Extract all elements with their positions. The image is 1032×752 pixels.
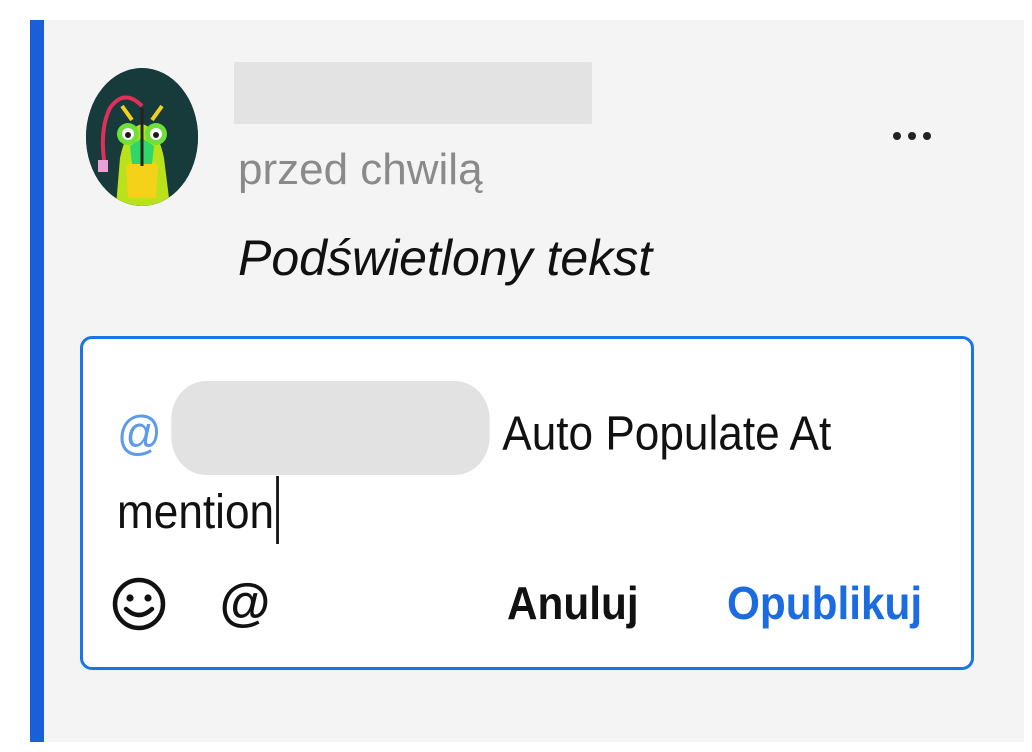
comment-timestamp: przed chwilą [238, 145, 483, 194]
reply-text-line[interactable]: @ Auto Populate At [117, 381, 832, 475]
dot [908, 132, 916, 140]
more-horizontal-icon [893, 132, 931, 140]
comment-accent-bar [30, 20, 44, 742]
reply-text-line[interactable]: mention [117, 476, 279, 545]
smiley-icon [112, 577, 166, 631]
comment-card: przed chwilą Podświetlony tekst @ Auto Po… [30, 20, 1024, 742]
mention-button[interactable]: @ [217, 571, 273, 635]
mention-chip[interactable] [171, 381, 490, 475]
avatar[interactable] [86, 68, 198, 206]
page: przed chwilą Podświetlony tekst @ Auto Po… [0, 0, 1032, 752]
publish-button[interactable]: Opublikuj [727, 571, 922, 635]
highlighted-text: Podświetlony tekst [238, 230, 653, 286]
emoji-button[interactable] [111, 571, 167, 635]
cancel-button[interactable]: Anuluj [507, 571, 639, 635]
text-caret [275, 476, 279, 545]
more-options-button[interactable] [882, 112, 942, 160]
dot [893, 132, 901, 140]
avatar-image-icon [86, 68, 198, 206]
author-name[interactable] [234, 62, 592, 124]
reply-text: mention [117, 486, 275, 539]
mention-at-sign: @ [117, 407, 162, 461]
reply-editor[interactable]: @ Auto Populate At mention @ Anuluj Opubl… [80, 336, 974, 670]
dot [923, 132, 931, 140]
reply-text: Auto Populate At [502, 407, 832, 461]
